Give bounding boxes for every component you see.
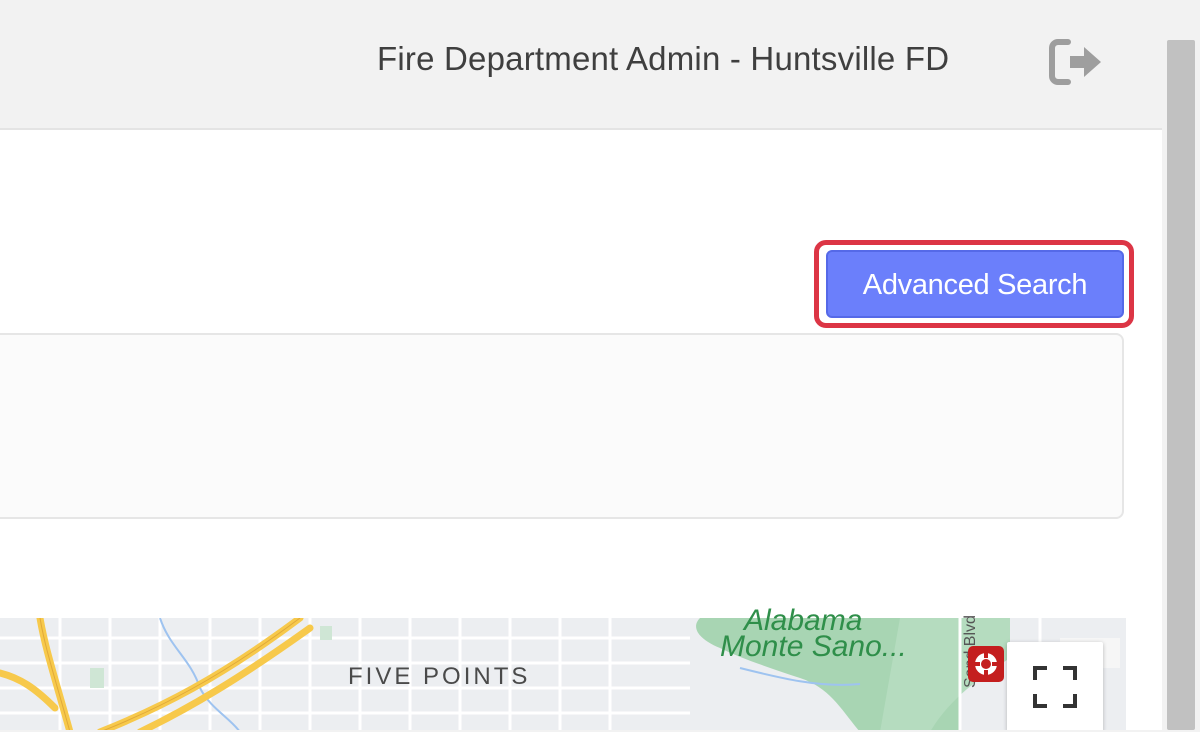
fire-station-marker[interactable] [968, 646, 1004, 682]
map-label-neighborhood: FIVE POINTS [348, 663, 531, 690]
logout-button[interactable] [1048, 36, 1106, 88]
content-panel [0, 333, 1124, 519]
map-label-park-line2: Monte Sano... [720, 630, 907, 663]
map-fullscreen-button[interactable] [1007, 642, 1103, 730]
header-bar: Fire Department Admin - Huntsville FD [0, 0, 1162, 130]
advanced-search-highlight: Advanced Search [814, 240, 1134, 328]
vertical-scrollbar[interactable] [1162, 0, 1200, 732]
page-title: Fire Department Admin - Huntsville FD [377, 40, 950, 77]
map-tiles [0, 618, 1120, 730]
map-view[interactable] [0, 618, 1126, 730]
advanced-search-button[interactable]: Advanced Search [826, 250, 1124, 318]
fire-station-icon [974, 652, 998, 676]
fullscreen-icon [1033, 666, 1077, 708]
scrollbar-thumb[interactable] [1167, 40, 1195, 730]
sign-out-icon [1049, 39, 1101, 85]
app-window: Fire Department Admin - Huntsville FD Ad… [0, 0, 1166, 730]
